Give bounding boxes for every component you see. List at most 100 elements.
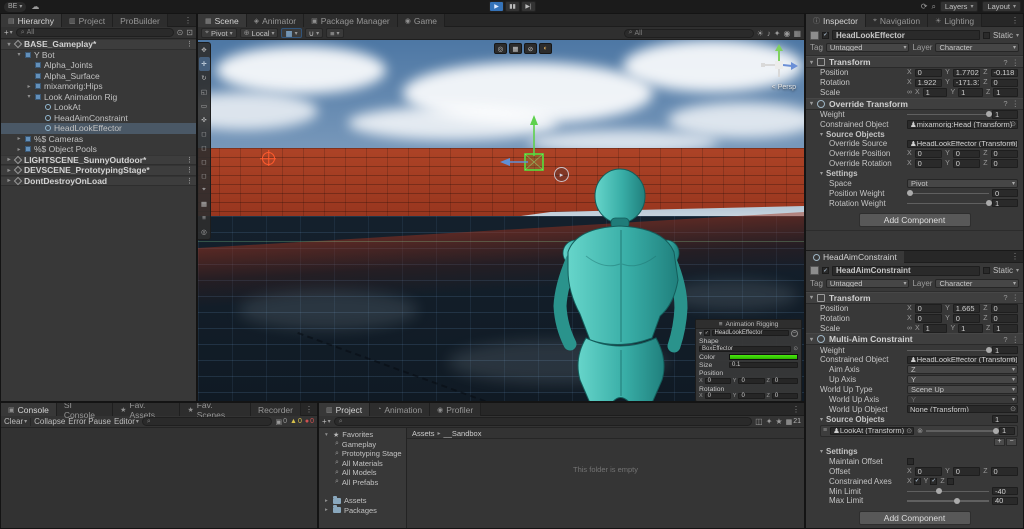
pos-x-field[interactable]: 0 — [704, 377, 731, 385]
scale-x-field[interactable]: 1 — [922, 324, 948, 333]
hierarchy-item[interactable]: ▾ Y Bot — [1, 50, 196, 61]
up-axis-dropdown[interactable]: Y — [907, 375, 1018, 385]
scene-visibility-icon[interactable]: ⊡ — [186, 28, 193, 37]
effector-gizmo[interactable] — [498, 112, 554, 176]
shape-object-field[interactable]: BoxEffector — [699, 345, 792, 353]
active-checkbox[interactable]: ✓ — [822, 31, 829, 39]
play-button[interactable]: ▶ — [489, 1, 504, 12]
custom-tool[interactable]: ≡ — [199, 211, 210, 225]
offset-z-field[interactable]: 0 — [990, 467, 1018, 476]
tab-fav-scenes[interactable]: ★ Fav. Scenes — [180, 403, 252, 420]
tab-animator[interactable]: ◈ Animator — [246, 14, 305, 27]
error-count-toggle[interactable]: ● 0 — [305, 418, 314, 425]
play-gizmo-icon[interactable]: ▸ — [554, 167, 569, 182]
position-z-field[interactable]: -0.118 — [990, 68, 1018, 78]
panel-menu-icon[interactable]: ⋮ — [180, 14, 196, 26]
custom-tool[interactable]: ◻ — [199, 155, 210, 169]
drag-handle-icon[interactable]: ≡ — [823, 427, 827, 434]
tab-profiler[interactable]: ◉ Profiler — [430, 403, 482, 416]
custom-tool[interactable]: ◻ — [199, 141, 210, 155]
snap-increment-toggle[interactable]: ≡ ▾ — [326, 28, 344, 38]
axis-y-checkbox[interactable]: ✓ — [930, 477, 938, 485]
hierarchy-item-scene[interactable]: ▾ BASE_Gameplay* ⋮ — [1, 39, 196, 50]
rotation-weight-slider[interactable] — [907, 199, 992, 207]
camera-overlay-button[interactable]: ◎ — [494, 43, 507, 54]
hidden-packages-count[interactable]: ▦ 21 — [786, 418, 801, 426]
panel-menu-icon[interactable]: ⋮ — [301, 403, 317, 415]
scale-y-field[interactable]: 1 — [958, 324, 983, 333]
override-source-field[interactable]: ♟HeadLookEffector (Transform) — [907, 139, 1018, 149]
position-y-field[interactable]: 1.665 — [952, 304, 981, 313]
gizmos-toggle-icon[interactable]: ▦ — [793, 29, 801, 38]
tab-animation[interactable]: ◔ Animation — [370, 403, 431, 416]
rot-y-field[interactable]: 0 — [738, 392, 765, 400]
constrained-object-field[interactable]: ♟HeadLookEffector (Transform) — [907, 355, 1018, 365]
hierarchy-item[interactable]: ▸ mixamorig:Hips — [1, 81, 196, 92]
menu-icon[interactable]: ⋮ — [1012, 293, 1020, 302]
add-source-button[interactable]: + — [994, 437, 1005, 446]
layout-dropdown[interactable]: Layout — [982, 1, 1021, 12]
move-tool[interactable]: ✛ — [198, 57, 210, 71]
gizmo-overlay-button[interactable]: ⊘ — [524, 43, 537, 54]
axis-z-checkbox[interactable] — [946, 477, 954, 485]
layer-dropdown[interactable]: Character — [935, 278, 1020, 288]
grid-overlay-button[interactable]: ▦ — [509, 43, 522, 54]
hierarchy-item-selected[interactable]: HeadLookEffector — [1, 123, 196, 134]
custom-tool[interactable]: ◎ — [199, 225, 210, 239]
perspective-label[interactable]: < Persp — [772, 84, 796, 91]
tab-lighting[interactable]: ☀ Lighting — [928, 14, 983, 27]
layer-dropdown[interactable]: Character — [935, 43, 1020, 52]
audio-toggle-icon[interactable]: ♪ — [767, 29, 771, 38]
scale-y-field[interactable]: 1 — [958, 88, 983, 97]
source-object-field[interactable]: ♟LookAt (Transform) — [830, 426, 915, 436]
favorites-root[interactable]: ▾ ★ Favorites — [319, 430, 406, 440]
rotation-weight-value[interactable]: 1 — [992, 199, 1018, 208]
scale-x-field[interactable]: 1 — [922, 88, 948, 97]
tag-dropdown[interactable]: Untagged — [825, 278, 910, 288]
custom-tool[interactable]: ⌖ — [199, 183, 210, 197]
offset-x-field[interactable]: 0 — [914, 467, 943, 476]
filter-icon[interactable]: ⊙ — [177, 28, 184, 37]
rotation-x-field[interactable]: 0 — [914, 314, 943, 323]
tab-si-console[interactable]: SI Console — [56, 403, 114, 420]
override-transform-header[interactable]: ▾ Override Transform ? ⋮ — [806, 97, 1023, 110]
menu-icon[interactable]: ⋮ — [1012, 99, 1020, 108]
menu-icon[interactable]: ⋮ — [1012, 58, 1020, 67]
hierarchy-search-input[interactable]: ⌕ All — [15, 28, 174, 37]
view-tool[interactable]: ✥ — [199, 43, 210, 57]
collapse-toggle[interactable]: Collapse — [34, 417, 65, 426]
scale-z-field[interactable]: 1 — [993, 324, 1019, 333]
tab-fav-assets[interactable]: ★ Fav. Assets — [113, 403, 181, 420]
panel-menu-icon[interactable]: ⋮ — [1007, 14, 1023, 26]
step-button[interactable]: ▶| — [521, 1, 536, 12]
tab-project[interactable]: ▥ Project — [62, 14, 114, 27]
add-component-button[interactable]: Add Component — [858, 510, 971, 525]
world-up-type-dropdown[interactable]: Scene Up — [907, 385, 1018, 394]
offset-y-field[interactable]: 0 — [952, 467, 981, 476]
transform-tool[interactable]: ✜ — [199, 113, 210, 127]
max-limit-value[interactable]: 40 — [992, 496, 1018, 505]
breadcrumb-root[interactable]: Assets — [412, 429, 435, 438]
rot-x-field[interactable]: 0 — [704, 392, 731, 400]
tag-dropdown[interactable]: Untagged — [825, 43, 910, 52]
object-picker-icon[interactable]: ⊙ — [793, 346, 798, 352]
hierarchy-item[interactable]: HeadAimConstraint — [1, 113, 196, 124]
tab-scene[interactable]: ▦ Scene — [198, 14, 247, 27]
create-asset-button[interactable]: + ▾ — [322, 417, 331, 426]
add-component-button[interactable]: Add Component — [858, 212, 971, 227]
source-count-field[interactable]: 1 — [992, 415, 1018, 424]
effector-enabled-checkbox[interactable]: ✓ — [704, 330, 710, 336]
position-x-field[interactable]: 0 — [914, 68, 943, 78]
tab-project[interactable]: ▥ Project — [319, 403, 371, 416]
maintain-offset-checkbox[interactable] — [907, 458, 914, 466]
hierarchy-item-scene[interactable]: ▸ LIGHTSCENE_SunnyOutdoor* ⋮ — [1, 154, 196, 165]
hierarchy-item[interactable]: Alpha_Joints — [1, 60, 196, 71]
tab-console[interactable]: ▣ Console — [1, 403, 57, 416]
custom-tool[interactable]: ▦ — [199, 197, 210, 211]
menu-icon[interactable]: ⋮ — [1012, 335, 1020, 344]
weight-slider[interactable] — [907, 346, 992, 354]
rotation-z-field[interactable]: 0 — [990, 78, 1018, 88]
weight-value[interactable]: 1 — [992, 346, 1018, 355]
help-icon[interactable]: ? — [1003, 58, 1007, 67]
static-dropdown-icon[interactable]: ▾ — [1016, 32, 1019, 39]
